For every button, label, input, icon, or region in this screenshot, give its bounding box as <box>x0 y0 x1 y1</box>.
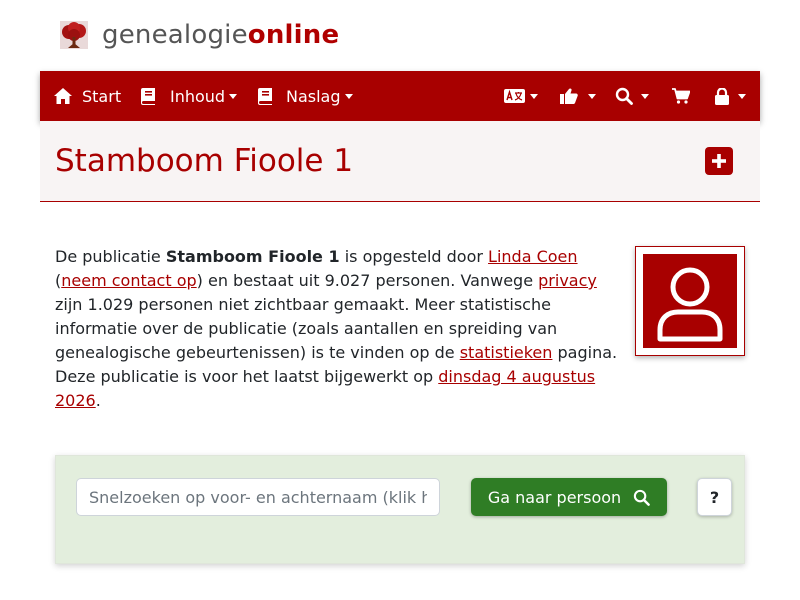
chevron-down-icon <box>588 93 596 99</box>
site-name-part2: online <box>247 20 340 50</box>
main-navbar: Start Inhoud Naslag <box>40 71 760 121</box>
desc-text: is opgesteld door <box>339 247 489 266</box>
statistics-link[interactable]: statistieken <box>460 343 553 362</box>
plus-square-icon <box>712 154 726 168</box>
nav-start[interactable]: Start <box>53 71 121 121</box>
home-icon <box>54 88 72 104</box>
nav-naslag[interactable]: Naslag <box>258 71 353 121</box>
nav-account[interactable] <box>715 71 746 121</box>
language-icon <box>504 89 525 103</box>
privacy-link[interactable]: privacy <box>538 271 597 290</box>
user-icon <box>643 254 737 348</box>
add-button[interactable] <box>705 147 733 175</box>
quick-search-panel: Ga naar persoon ? <box>55 455 745 564</box>
nav-search[interactable] <box>615 71 649 121</box>
chevron-down-icon <box>641 93 649 99</box>
chevron-down-icon <box>530 93 538 99</box>
tree-logo-icon <box>60 21 88 49</box>
book-icon <box>141 87 155 105</box>
search-input[interactable] <box>76 478 440 516</box>
nav-language[interactable] <box>504 71 538 121</box>
nav-inhoud[interactable]: Inhoud <box>141 71 238 121</box>
chevron-down-icon <box>738 93 746 99</box>
search-icon <box>615 87 633 105</box>
nav-cart[interactable] <box>672 71 690 121</box>
publication-name: Stamboom Fioole 1 <box>165 247 340 266</box>
nav-naslag-label: Naslag <box>286 86 341 106</box>
nav-like[interactable] <box>560 71 596 121</box>
site-name: genealogieonline <box>102 20 339 50</box>
author-link[interactable]: Linda Coen <box>488 247 578 266</box>
cart-icon <box>672 88 690 104</box>
author-avatar[interactable] <box>635 246 745 356</box>
publication-description: De publicatie Stamboom Fioole 1 is opges… <box>55 245 625 413</box>
lock-icon <box>715 87 729 105</box>
site-name-part1: genealogie <box>102 20 248 50</box>
desc-text: De publicatie <box>55 247 166 266</box>
thumbs-up-icon <box>560 88 578 104</box>
help-button[interactable]: ? <box>697 478 732 516</box>
nav-inhoud-label: Inhoud <box>170 86 226 106</box>
site-logo[interactable]: genealogieonline <box>60 20 339 50</box>
go-to-person-button[interactable]: Ga naar persoon <box>471 478 667 516</box>
chevron-down-icon <box>229 93 238 99</box>
contact-link[interactable]: neem contact op <box>61 271 196 290</box>
desc-text: ) en bestaat uit 9.027 personen. Vanwege <box>196 271 539 290</box>
book-icon <box>258 87 272 105</box>
title-band: Stamboom Fioole 1 <box>40 121 760 202</box>
chevron-down-icon <box>344 93 353 99</box>
desc-text: . <box>95 391 101 410</box>
go-to-person-label: Ga naar persoon <box>487 487 622 507</box>
search-icon <box>634 489 650 506</box>
page-title: Stamboom Fioole 1 <box>55 143 354 179</box>
nav-start-label: Start <box>82 86 122 106</box>
